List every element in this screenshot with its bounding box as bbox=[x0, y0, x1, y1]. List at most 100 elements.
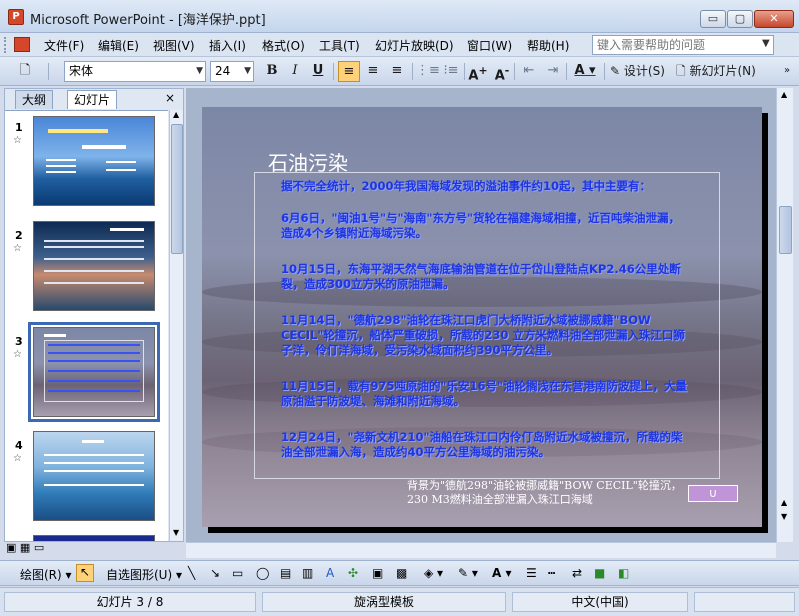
line-tool-icon[interactable]: ╲ bbox=[188, 566, 195, 580]
font-color-icon[interactable]: A ▾ bbox=[492, 566, 512, 580]
fill-color-icon[interactable]: ◈ ▾ bbox=[424, 566, 443, 580]
scroll-up-icon[interactable]: ▲ bbox=[781, 90, 787, 99]
increase-indent-icon[interactable]: ⇥ bbox=[542, 61, 564, 82]
scroll-down-icon[interactable]: ▼ bbox=[173, 528, 179, 537]
wordart-icon[interactable]: A bbox=[326, 566, 334, 580]
vertical-textbox-icon[interactable]: ▥ bbox=[302, 566, 313, 580]
align-left-icon[interactable]: ≡ bbox=[338, 61, 360, 82]
bullet-list-icon[interactable]: ⁝≡ bbox=[440, 61, 462, 82]
numbered-list-icon[interactable]: ⋮≡ bbox=[416, 61, 440, 82]
clipart-icon[interactable]: ▣ bbox=[372, 566, 383, 580]
slide-thumbnail-2[interactable] bbox=[33, 221, 155, 311]
tab-slides[interactable]: 幻灯片 bbox=[67, 90, 118, 109]
slide-thumbnail-list: 1 ☆ 2 ☆ 3 ☆ 4 ☆ bbox=[5, 110, 168, 541]
slide-body-textbox[interactable]: 据不完全统计，2000年我国海域发现的溢油事件约10起，其中主要有： 6月6日，… bbox=[254, 172, 720, 479]
powerpoint-app-icon[interactable]: P bbox=[8, 9, 24, 25]
increase-font-icon[interactable]: A+ bbox=[468, 61, 488, 83]
document-icon[interactable] bbox=[14, 37, 30, 52]
align-center-icon[interactable]: ≡ bbox=[362, 61, 384, 82]
scrollbar-thumb[interactable] bbox=[779, 206, 792, 254]
slide-thumbnail-4[interactable] bbox=[33, 431, 155, 521]
italic-button[interactable]: I bbox=[285, 61, 305, 82]
maximize-button[interactable]: ▢ bbox=[727, 10, 753, 28]
line-style-icon[interactable]: ☰ bbox=[526, 566, 537, 580]
slide-thumbnail-5[interactable] bbox=[33, 535, 155, 541]
new-document-icon[interactable]: 🗋 bbox=[14, 61, 36, 82]
close-icon[interactable]: × bbox=[165, 91, 175, 105]
menu-format[interactable]: 格式(O) bbox=[262, 37, 305, 54]
slide-number: 2 bbox=[15, 229, 23, 242]
slide-sorter-icon[interactable]: ▦ bbox=[20, 541, 30, 554]
decrease-font-icon[interactable]: A- bbox=[492, 61, 512, 83]
chevron-down-icon[interactable]: ▼ bbox=[762, 38, 770, 49]
arrow-style-icon[interactable]: ⇄ bbox=[572, 566, 582, 580]
help-search-input[interactable]: 键入需要帮助的问题 bbox=[592, 35, 774, 55]
menu-tools[interactable]: 工具(T) bbox=[319, 37, 360, 54]
arrow-tool-icon[interactable]: ↘ bbox=[210, 566, 220, 580]
align-right-icon[interactable]: ≡ bbox=[386, 61, 408, 82]
menu-insert[interactable]: 插入(I) bbox=[209, 37, 246, 54]
status-empty-cell bbox=[694, 592, 795, 612]
shadow-icon[interactable]: ■ bbox=[594, 566, 605, 580]
action-button[interactable]: ∪ bbox=[688, 485, 738, 502]
new-slide-label: 新幻灯片(N) bbox=[689, 64, 756, 78]
tab-outline[interactable]: 大纲 bbox=[15, 90, 54, 109]
autoshapes-button[interactable]: 自选图形(U) ▾ bbox=[106, 566, 182, 583]
rectangle-tool-icon[interactable]: ▭ bbox=[232, 566, 243, 580]
design-button[interactable]: ✎ 设计(S) bbox=[610, 61, 672, 82]
slideshow-view-icon[interactable]: ▭ bbox=[34, 541, 44, 554]
window-title: Microsoft PowerPoint - [海洋保护.ppt] bbox=[30, 13, 266, 28]
diagram-icon[interactable]: ✣ bbox=[348, 566, 358, 580]
horizontal-scrollbar[interactable] bbox=[186, 542, 776, 558]
font-name-select[interactable]: 宋体 ▼ bbox=[64, 61, 206, 82]
textbox-tool-icon[interactable]: ▤ bbox=[280, 566, 291, 580]
menu-file[interactable]: 文件(F) bbox=[44, 37, 84, 54]
dash-style-icon[interactable]: ┅ bbox=[548, 566, 555, 580]
select-pointer-icon[interactable]: ↖ bbox=[76, 564, 94, 582]
menu-bar: 文件(F) 编辑(E) 视图(V) 插入(I) 格式(O) 工具(T) 幻灯片放… bbox=[0, 33, 799, 57]
slide-caption[interactable]: 背景为"德航298"油轮被挪威籍"BOW CECIL"轮撞沉，230 M3燃料油… bbox=[407, 479, 697, 507]
chevron-down-icon[interactable]: ▼ bbox=[244, 62, 251, 81]
slide-paragraph: 据不完全统计，2000年我国海域发现的溢油事件约10起，其中主要有： bbox=[281, 179, 652, 193]
slide-scrollbar[interactable]: ▲ ▲ ▼ bbox=[776, 88, 793, 542]
toolbar-options-icon[interactable]: » bbox=[780, 61, 794, 82]
autoshapes-label: 自选图形(U) bbox=[106, 568, 173, 582]
slide-paragraph: 11月14日，"德航298"油轮在珠江口虎门大桥附近水域被挪威籍"BOW CEC… bbox=[281, 313, 685, 357]
scrollbar-thumb[interactable] bbox=[171, 124, 183, 254]
close-button[interactable]: ✕ bbox=[754, 10, 794, 28]
bold-button[interactable]: B bbox=[262, 61, 282, 82]
thumbnail-scrollbar[interactable]: ▲ ▼ bbox=[169, 110, 183, 541]
minimize-button[interactable]: ▭ bbox=[700, 10, 726, 28]
normal-view-icon[interactable]: ▣ bbox=[6, 541, 16, 554]
slide-number: 4 bbox=[15, 439, 23, 452]
menu-help[interactable]: 帮助(H) bbox=[527, 37, 569, 54]
underline-button[interactable]: U bbox=[308, 61, 328, 82]
current-slide[interactable]: 石油污染 据不完全统计，2000年我国海域发现的溢油事件约10起，其中主要有： … bbox=[202, 107, 762, 527]
draw-menu-button[interactable]: 绘图(R) ▾ bbox=[20, 566, 72, 583]
menu-edit[interactable]: 编辑(E) bbox=[98, 37, 139, 54]
slide-paragraph: 12月24日，"尧新文机210"油船在珠江口内伶仃岛附近水域被撞沉，所载的柴油全… bbox=[281, 430, 683, 459]
menu-view[interactable]: 视图(V) bbox=[153, 37, 195, 54]
font-name-value: 宋体 bbox=[69, 64, 94, 78]
picture-icon[interactable]: ▩ bbox=[396, 566, 407, 580]
toolbar-grip-icon[interactable] bbox=[4, 37, 7, 53]
slides-panel: 大纲 幻灯片 × 1 ☆ 2 ☆ 3 ☆ 4 ☆ ▲ ▼ bbox=[4, 88, 184, 542]
3d-style-icon[interactable]: ◧ bbox=[618, 566, 629, 580]
menu-slideshow[interactable]: 幻灯片放映(D) bbox=[375, 37, 454, 54]
slide-thumbnail-1[interactable] bbox=[33, 116, 155, 206]
menu-window[interactable]: 窗口(W) bbox=[467, 37, 512, 54]
format-toolbar: 🗋 宋体 ▼ 24 ▼ B I U ≡ ≡ ≡ ⋮≡ ⁝≡ A+ A- ⇤ ⇥ … bbox=[0, 57, 799, 86]
decrease-indent-icon[interactable]: ⇤ bbox=[518, 61, 540, 82]
line-color-icon[interactable]: ✎ ▾ bbox=[458, 566, 478, 580]
chevron-down-icon[interactable]: ▼ bbox=[196, 62, 203, 81]
font-size-select[interactable]: 24 ▼ bbox=[210, 61, 254, 82]
next-slide-icon[interactable]: ▼ bbox=[781, 512, 787, 521]
transition-star-icon: ☆ bbox=[13, 243, 22, 254]
new-slide-button[interactable]: 🗋 新幻灯片(N) bbox=[676, 61, 766, 82]
font-color-icon[interactable]: A ▾ bbox=[570, 61, 600, 82]
oval-tool-icon[interactable]: ◯ bbox=[256, 566, 269, 580]
scroll-up-icon[interactable]: ▲ bbox=[173, 110, 179, 119]
slide-thumbnail-3[interactable] bbox=[28, 322, 160, 422]
template-status[interactable]: 旋涡型模板 bbox=[262, 592, 506, 612]
previous-slide-icon[interactable]: ▲ bbox=[781, 498, 787, 507]
